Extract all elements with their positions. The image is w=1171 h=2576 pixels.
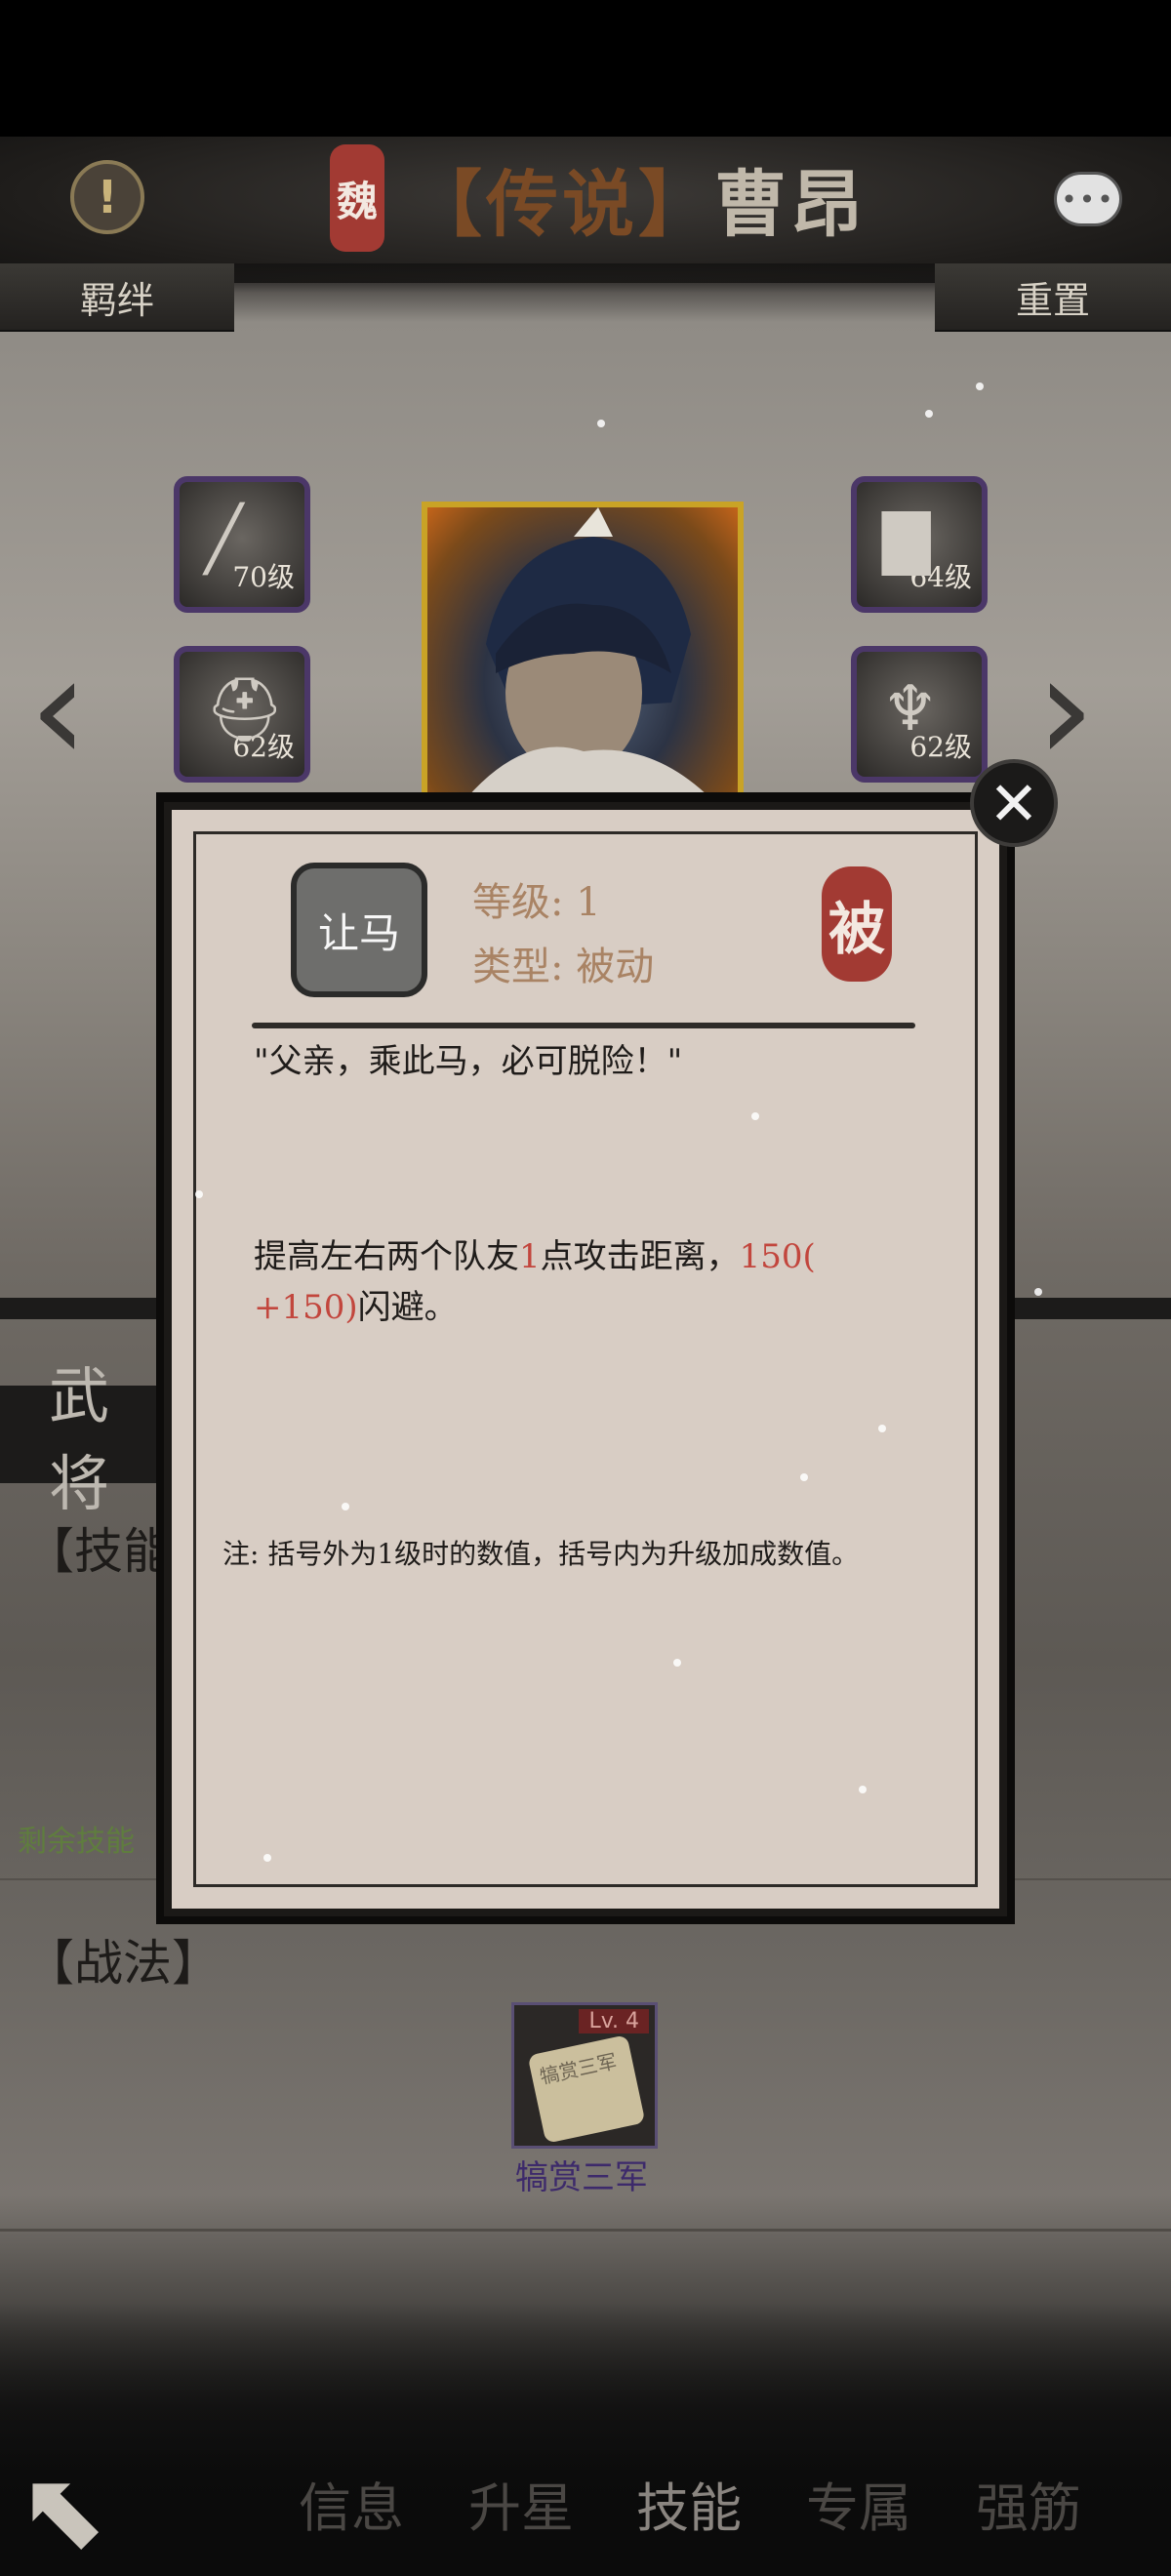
snowflake <box>673 1659 681 1667</box>
tab-info[interactable]: 信息 <box>299 2465 404 2542</box>
modal-divider <box>252 1023 915 1028</box>
helmet-slot[interactable]: ⛑ 62级 <box>174 646 310 783</box>
hero-portrait-art <box>466 507 710 798</box>
hero-title: 【传说】曹昂 <box>410 146 867 251</box>
desc-text-2: 点攻击距离， <box>540 1237 740 1276</box>
hero-label-plate: 武将 <box>0 1360 166 1519</box>
remaining-skill-points: 剩余技能 <box>18 1825 135 1859</box>
passive-seal: 被 <box>822 866 892 982</box>
skill-quote: "父亲，乘此马，必可脱险！" <box>254 1042 683 1081</box>
snowflake <box>976 382 984 390</box>
tab-strengthen[interactable]: 强筋 <box>976 2465 1081 2542</box>
next-hero-arrow-icon[interactable]: › <box>1036 624 1095 794</box>
desc-value-3: +150) <box>254 1288 358 1327</box>
helmet-icon: ⛑ <box>205 674 285 746</box>
tab-skills[interactable]: 技能 <box>636 2465 742 2542</box>
accessory-slot[interactable]: ♆ 62级 <box>851 646 988 783</box>
bond-tab-label: 羁绊 <box>79 278 154 322</box>
strategy-section-title: 【战法】 <box>25 1935 221 1992</box>
tab-exclusive[interactable]: 专属 <box>806 2465 911 2542</box>
hero-name: 曹昂 <box>714 163 867 247</box>
desc-value-1: 1 <box>519 1237 541 1276</box>
snowflake <box>263 1854 271 1862</box>
snowflake <box>859 1786 867 1793</box>
snowflake <box>195 1190 203 1198</box>
desc-text-3: 闪避。 <box>357 1288 458 1327</box>
weapon-slot[interactable]: ╱ 70级 <box>174 476 310 613</box>
hero-rarity: 【传说】 <box>410 163 714 247</box>
section-divider-2 <box>0 2229 1171 2232</box>
strategy-card[interactable]: Lv. 4 犒赏三军 <box>511 2002 658 2149</box>
prev-hero-arrow-icon[interactable]: ‹ <box>29 624 88 794</box>
skill-badge: 让马 <box>291 863 427 997</box>
snowflake <box>751 1112 759 1120</box>
back-arrow-icon[interactable]: ⬉ <box>18 2447 174 2572</box>
skill-description: 提高左右两个队友1点攻击距离，150( +150)闪避。 <box>254 1231 927 1333</box>
snowflake <box>925 410 933 418</box>
snowflake <box>342 1503 349 1510</box>
skill-type: 类型: 被动 <box>472 945 655 989</box>
chat-bubble-icon[interactable]: ••• <box>1054 172 1122 226</box>
snowflake <box>878 1425 886 1432</box>
tab-star-up[interactable]: 升星 <box>468 2465 574 2542</box>
exclamation-icon[interactable]: ! <box>70 160 144 234</box>
desc-value-2: 150( <box>739 1237 816 1276</box>
screen: ! 魏 【传说】曹昂 ••• 羁绊 重置 ‹ › ╱ 70级 ⛑ 62级 ▇ 64级 … <box>0 0 1171 2576</box>
skills-section-title: 【技能 <box>25 1523 172 1580</box>
reset-tab[interactable]: 重置 <box>935 263 1171 332</box>
armor-icon: ▇ <box>882 503 931 576</box>
strategy-name: 犒赏三军 <box>515 2158 648 2197</box>
hero-portrait <box>422 502 744 804</box>
accessory-icon: ♆ <box>882 673 939 745</box>
snowflake <box>597 420 605 427</box>
scroll-icon: 犒赏三军 <box>527 2034 646 2144</box>
hero-label: 武将 <box>49 1360 110 1519</box>
skill-note: 注: 括号外为1级时的数值，括号内为升级加成数值。 <box>222 1538 860 1570</box>
bond-tab[interactable]: 羁绊 <box>0 263 234 332</box>
strategy-level-badge: Lv. 4 <box>579 2009 649 2033</box>
snowflake <box>800 1473 808 1481</box>
snowflake <box>1034 1288 1042 1296</box>
faction-seal: 魏 <box>330 144 384 252</box>
desc-text-1: 提高左右两个队友 <box>254 1237 519 1276</box>
skill-level: 等级: 1 <box>472 880 601 925</box>
skill-name: 让马 <box>317 908 400 957</box>
reset-tab-label: 重置 <box>1015 278 1090 322</box>
scroll-icon-text: 犒赏三军 <box>537 2049 620 2089</box>
close-icon[interactable]: ✕ <box>970 759 1058 847</box>
sword-icon: ╱ <box>205 503 243 576</box>
armor-slot[interactable]: ▇ 64级 <box>851 476 988 613</box>
